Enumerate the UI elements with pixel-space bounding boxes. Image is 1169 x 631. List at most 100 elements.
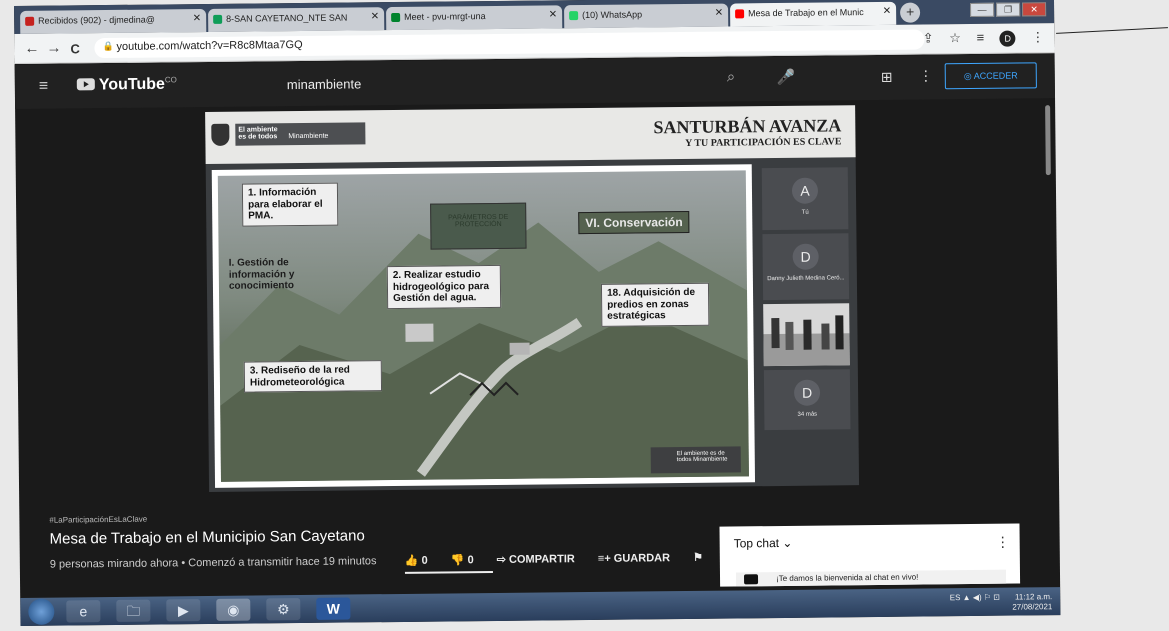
chrome-icon[interactable]: ◉ [216, 598, 251, 621]
close-icon[interactable]: ✕ [883, 6, 892, 17]
url-input[interactable]: 🔒 youtube.com/watch?v=R8c8Mtaa7GQ [94, 29, 925, 59]
apps-grid-icon[interactable]: ⊞ [881, 69, 893, 86]
whatsapp-icon [569, 11, 579, 21]
page-scrollbar[interactable] [1045, 105, 1051, 176]
video-actions: 👍 0 👎 0 ⇨ COMPARTIR ≡+ GUARDAR ⚑ [405, 551, 713, 567]
close-window-button[interactable]: ✕ [1022, 2, 1047, 17]
people-photo [763, 315, 850, 367]
tab-drive[interactable]: 8-SAN CAYETANO_NTE SAN ✕ [208, 7, 385, 32]
participant-tile: D Danny Julieth Medina Ceró... [762, 233, 850, 301]
clock[interactable]: 11:12 a.m. 27/08/2021 [1012, 592, 1052, 612]
dislike-count: 0 [467, 554, 474, 567]
hamburger-menu-icon[interactable]: ≡ [39, 78, 49, 96]
slide-logo-name: Minambiente [693, 456, 728, 463]
participant-avatar: D [793, 379, 821, 406]
settings-app-icon[interactable]: ⚙ [266, 598, 301, 621]
sign-in-label: ACCEDER [973, 70, 1018, 81]
participant-name: Danny Julieth Medina Ceró... [767, 275, 845, 283]
settings-more-icon[interactable]: ⋮ [919, 67, 933, 84]
browser-extras: ⇪ ☆ ≡ D ⋮ [911, 29, 1045, 47]
file-explorer-icon[interactable]: 🗀 [116, 599, 151, 622]
word-icon[interactable]: W [316, 597, 351, 620]
save-button[interactable]: ≡+ GUARDAR [598, 552, 680, 565]
bookmark-star-icon[interactable]: ☆ [949, 30, 961, 45]
tab-whatsapp[interactable]: (10) WhatsApp ✕ [564, 3, 729, 29]
clock-time: 11:12 a.m. [1014, 592, 1053, 602]
language-indicator[interactable]: ES [950, 593, 961, 602]
new-tab-button[interactable]: + [900, 2, 921, 23]
clock-date: 27/08/2021 [1012, 601, 1053, 612]
participant-count: 34 más [797, 411, 818, 418]
media-player-icon[interactable]: ▶ [166, 599, 201, 622]
search-input[interactable]: minambiente [287, 76, 362, 92]
profile-avatar[interactable]: D [999, 30, 1016, 47]
reading-list-icon[interactable]: ≡ [976, 30, 984, 45]
photo-edge-line [1056, 27, 1168, 34]
like-count: 0 [421, 554, 428, 567]
youtube-logo[interactable]: YouTubeCO [76, 75, 177, 94]
country-code: CO [164, 75, 177, 85]
close-icon[interactable]: ✕ [193, 13, 202, 24]
campaign-title-main: SANTURBÁN AVANZA [653, 115, 842, 138]
back-icon[interactable]: ← [24, 40, 39, 57]
system-tray: ES ▲ ◀) ⚐ ⊡ 11:12 a.m. 27/08/2021 [950, 592, 1053, 612]
share-label: COMPARTIR [508, 553, 575, 566]
ministry-logo: El ambiente es de todos Minambiente [235, 122, 366, 146]
info-box-18: 18. Adquisición de predios en zonas estr… [600, 282, 710, 327]
coat-of-arms-icon [211, 123, 230, 146]
sign-in-button[interactable]: ◎ ACCEDER [944, 62, 1037, 90]
start-button[interactable] [28, 598, 55, 625]
ministry-name: Minambiente [288, 132, 329, 141]
youtube-icon [743, 574, 759, 585]
close-icon[interactable]: ✕ [549, 9, 558, 20]
video-player[interactable]: El ambiente es de todos Minambiente SANT… [205, 105, 860, 492]
like-ratio-bar [404, 571, 493, 574]
participant-name: Tú [801, 209, 809, 216]
url-text: youtube.com/watch?v=R8c8Mtaa7GQ [116, 38, 303, 53]
tab-meet[interactable]: Meet - pvu-mrgt-una ✕ [386, 5, 563, 31]
window-controls: — ❐ ✕ [968, 0, 1047, 18]
maximize-button[interactable]: ❐ [996, 2, 1021, 17]
reload-icon[interactable]: C [70, 41, 80, 56]
save-label: GUARDAR [613, 552, 671, 565]
tab-youtube-active[interactable]: Mesa de Trabajo en el Munic ✕ [730, 1, 897, 27]
landscape-illustration: 1. Información para elaborar el PMA. I. … [217, 170, 749, 482]
chat-mode-dropdown[interactable]: Top chat ⌄ [734, 536, 793, 551]
info-box-3: 3. Rediseño de la red Hidrometeorológica [243, 360, 383, 393]
dislike-button[interactable]: 👎 0 [451, 554, 484, 566]
tab-label: Recibidos (902) - djmedina@ [38, 14, 155, 26]
close-icon[interactable]: ✕ [715, 8, 724, 19]
protection-box: PARÁMETROS DE PROTECCIÓN [430, 202, 527, 250]
tab-label: Mesa de Trabajo en el Munic [748, 7, 864, 19]
slide-header: El ambiente es de todos Minambiente SANT… [205, 105, 856, 165]
conservation-label: VI. Conservación [578, 210, 690, 235]
like-button[interactable]: 👍 0 [405, 555, 438, 567]
more-icon[interactable]: ⋮ [1031, 29, 1044, 44]
gmail-icon [25, 16, 35, 26]
internet-explorer-icon[interactable]: e [66, 600, 101, 623]
chat-more-icon[interactable]: ⋮ [996, 534, 1010, 551]
info-box-2: 2. Realizar estudio hidrogeológico para … [386, 264, 502, 309]
install-icon[interactable]: ⇪ [923, 30, 934, 45]
volume-icon[interactable]: ◀) [973, 593, 982, 602]
meet-icon [391, 12, 401, 23]
video-title: Mesa de Trabajo en el Municipio San Caye… [49, 527, 365, 548]
campaign-subtitle: Y TU PARTICIPACIÓN ES CLAVE [685, 136, 842, 149]
tab-gmail[interactable]: Recibidos (902) - djmedina@ ✕ [20, 8, 207, 34]
participant-tile: A Tú [761, 167, 849, 231]
flag-icon[interactable]: ⚑ [693, 552, 703, 564]
video-hashtag[interactable]: #LaParticipaciónEsLaClave [49, 515, 147, 525]
chat-welcome-message: ¡Te damos la bienvenida al chat en vivo! [735, 569, 1007, 587]
flag-tray-icon[interactable]: ⚐ [984, 593, 991, 602]
microphone-icon[interactable]: 🎤 [777, 68, 796, 86]
forward-icon[interactable]: → [46, 40, 61, 57]
info-box-1: 1. Información para elaborar el PMA. [241, 182, 339, 227]
close-icon[interactable]: ✕ [371, 11, 380, 22]
search-icon[interactable]: ⌕ [727, 68, 736, 85]
network-icon[interactable]: ⊡ [993, 593, 1000, 602]
screen: Recibidos (902) - djmedina@ ✕ 8-SAN CAYE… [14, 0, 1061, 626]
tray-arrow-icon[interactable]: ▲ [963, 593, 971, 602]
minimize-button[interactable]: — [970, 2, 995, 17]
logo-text: YouTube [98, 75, 165, 94]
share-button[interactable]: ⇨ COMPARTIR [497, 553, 585, 566]
